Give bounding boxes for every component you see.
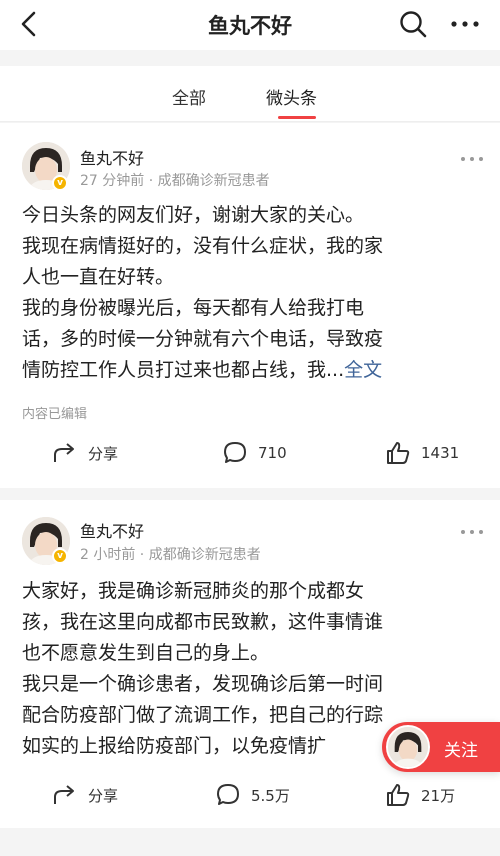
tab-bar: 全部 微头条: [0, 66, 500, 122]
author-name[interactable]: 鱼丸不好: [80, 145, 144, 169]
post-more-icon[interactable]: [460, 528, 484, 536]
post-line: 我只是一个确诊患者，发现确诊后第一时间: [22, 673, 384, 695]
more-icon[interactable]: [448, 8, 482, 40]
avatar-image: [388, 727, 428, 767]
like-count: 21万: [421, 786, 456, 805]
edited-note: 内容已编辑: [22, 407, 88, 422]
post-line: 话，多的时候一分钟就有六个电话，导致疫: [22, 328, 384, 350]
follow-avatar: [386, 725, 430, 769]
post-line: 情防控工作人员打过来也都占线，我...全文: [22, 355, 482, 386]
post-text[interactable]: 今日头条的网友们好，谢谢大家的关心。 我现在病情挺好的，没有什么症状，我的家 人…: [22, 200, 482, 386]
comment-icon: [224, 442, 246, 463]
post-line: 我的身份被曝光后，每天都有人给我打电: [22, 297, 365, 319]
share-icon: [54, 785, 74, 804]
follow-label: 关注: [444, 741, 478, 761]
post-card[interactable]: v 鱼丸不好 2 小时前 · 成都确诊新冠患者 大家好，我是确诊新冠肺炎的那个成…: [0, 500, 500, 828]
post-line: 孩，我在这里向成都市民致歉，这件事情谁: [22, 611, 384, 633]
post-meta: 2 小时前 · 成都确诊新冠患者: [80, 547, 261, 563]
share-button[interactable]: 分享: [52, 440, 118, 466]
verified-badge-icon: v: [52, 548, 68, 564]
post-card[interactable]: v 鱼丸不好 27 分钟前 · 成都确诊新冠患者 今日头条的网友们好，谢谢大家的…: [0, 123, 500, 488]
thumbs-up-icon: [387, 442, 410, 464]
share-label: 分享: [88, 786, 119, 805]
post-line-text: 情防控工作人员打过来也都占线，我...: [22, 359, 345, 381]
like-button[interactable]: 1431: [385, 440, 459, 466]
top-bar: 鱼丸不好: [0, 0, 500, 50]
follow-button[interactable]: 关注: [382, 722, 500, 772]
post-line: 也不愿意发生到自己的身上。: [22, 642, 270, 664]
thumbs-up-icon: [387, 784, 410, 806]
author-name[interactable]: 鱼丸不好: [80, 518, 144, 542]
comment-button[interactable]: 5.5万: [215, 782, 290, 808]
tab-weitoutiao[interactable]: 微头条: [266, 84, 317, 109]
like-button[interactable]: 21万: [385, 782, 455, 808]
share-icon: [54, 443, 74, 462]
comment-icon: [217, 784, 239, 805]
tab-all[interactable]: 全部: [172, 84, 206, 109]
post-more-icon[interactable]: [460, 155, 484, 163]
share-button[interactable]: 分享: [52, 782, 118, 808]
comment-count: 5.5万: [251, 786, 290, 805]
post-meta: 27 分钟前 · 成都确诊新冠患者: [80, 173, 270, 189]
post-line: 大家好，我是确诊新冠肺炎的那个成都女: [22, 580, 365, 602]
active-tab-indicator: [278, 116, 316, 119]
post-line: 我现在病情挺好的，没有什么症状，我的家: [22, 235, 384, 257]
like-count: 1431: [421, 444, 460, 462]
full-text-link[interactable]: 全文: [344, 359, 382, 381]
verified-badge-icon: v: [52, 175, 68, 191]
share-label: 分享: [88, 444, 119, 463]
post-line: 人也一直在好转。: [22, 266, 175, 288]
post-line: 今日头条的网友们好，谢谢大家的关心。: [22, 204, 365, 226]
comment-count: 710: [258, 444, 287, 462]
search-icon[interactable]: [397, 8, 429, 40]
comment-button[interactable]: 710: [222, 440, 287, 466]
